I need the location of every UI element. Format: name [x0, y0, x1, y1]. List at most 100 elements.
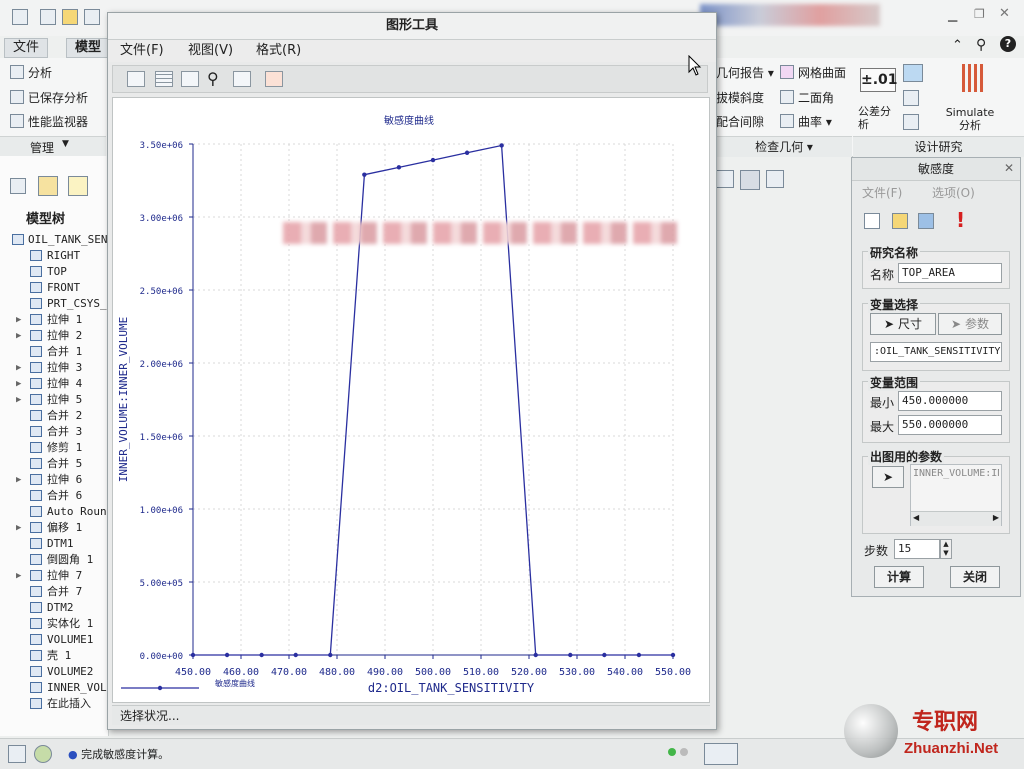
optimization-icon[interactable]: [903, 114, 919, 130]
variable-group-title: 变量选择: [868, 296, 921, 313]
relation-icon[interactable]: [766, 170, 784, 188]
feature-icon: [30, 314, 42, 325]
help-icon[interactable]: ?: [1000, 36, 1016, 52]
graph-menu-format[interactable]: 格式(R): [256, 42, 301, 60]
variable-field[interactable]: :OIL_TANK_SENSITIVITY: [870, 342, 1002, 362]
scroll-right-icon[interactable]: ▶: [993, 513, 999, 522]
warning-icon[interactable]: !: [956, 208, 965, 232]
zoom-in-icon[interactable]: ⚲: [207, 69, 219, 88]
simulate-label[interactable]: Simulate 分析: [940, 106, 1000, 132]
tree-item-label: 合并 2: [47, 409, 83, 422]
steps-input[interactable]: 15: [894, 539, 940, 559]
ribbon-manage-group[interactable]: 管理 ▼: [0, 136, 106, 157]
ribbon-draft[interactable]: 拔模斜度: [716, 90, 764, 106]
chart-title: 敏感度曲线: [384, 114, 434, 127]
restore-icon[interactable]: ❐: [974, 7, 985, 21]
sketch-icon[interactable]: [740, 170, 760, 190]
open-icon[interactable]: [62, 9, 78, 25]
scroll-left-icon[interactable]: ◀: [913, 513, 919, 522]
ribbon-geometry-report[interactable]: 几何报告 ▾: [716, 65, 774, 81]
ribbon-saved-analysis[interactable]: 已保存分析: [10, 90, 88, 106]
save-icon[interactable]: [84, 9, 100, 25]
tree-item-label: 拉伸 2: [47, 329, 83, 342]
ribbon-dihedral[interactable]: 二面角: [780, 90, 834, 106]
expand-arrow-icon[interactable]: ▶: [16, 328, 21, 344]
curvature-icon: [780, 114, 794, 128]
param-list-item[interactable]: INNER_VOLUME:IN: [913, 468, 999, 479]
ribbon-performance-monitor[interactable]: 性能监视器: [10, 114, 88, 130]
expand-arrow-icon[interactable]: ▶: [16, 360, 21, 376]
collapse-icon[interactable]: ⌃: [952, 38, 963, 53]
tree-view-icon[interactable]: [10, 178, 26, 194]
menu-file[interactable]: 文件: [4, 38, 49, 58]
layer-icon[interactable]: [38, 176, 58, 196]
param-list-scrollbar[interactable]: ◀ ▶: [911, 511, 1001, 526]
feature-icon: [30, 282, 42, 293]
new-study-icon[interactable]: [864, 213, 880, 229]
status-light-icon: [668, 748, 676, 756]
refit-icon[interactable]: [233, 71, 251, 87]
expand-arrow-icon[interactable]: ▶: [16, 568, 21, 584]
browser-icon[interactable]: [34, 745, 52, 763]
dimension-button[interactable]: ➤ 尺寸: [870, 313, 936, 335]
ribbon-inspect-geometry-group[interactable]: 检查几何 ▾: [716, 136, 852, 157]
ribbon-curvature[interactable]: 曲率 ▾: [780, 114, 832, 130]
dialog-menu-file[interactable]: 文件(F): [862, 184, 902, 201]
simulate-icon[interactable]: [962, 64, 984, 92]
ribbon-clearance[interactable]: 配合间隙: [716, 114, 764, 130]
expand-arrow-icon[interactable]: ▶: [16, 312, 21, 328]
close-icon[interactable]: ✕: [999, 6, 1010, 21]
study-name-input[interactable]: TOP_AREA: [898, 263, 1002, 283]
select-param-button[interactable]: ➤: [872, 466, 904, 488]
blurred-annotation: [283, 222, 678, 244]
compute-button[interactable]: 计算: [874, 566, 924, 588]
dialog-close-icon[interactable]: ✕: [1004, 161, 1014, 175]
steps-spinner[interactable]: ▲ ▼: [940, 539, 952, 559]
graph-window-title: 图形工具: [108, 13, 716, 40]
favorites-icon[interactable]: [68, 176, 88, 196]
data-point: [533, 652, 538, 658]
feature-icon: [30, 522, 42, 533]
open-study-icon[interactable]: [892, 213, 908, 229]
print-icon[interactable]: [127, 71, 145, 87]
grid-icon[interactable]: [155, 71, 173, 87]
design-study-icon[interactable]: [903, 64, 923, 82]
minimize-icon[interactable]: ▁: [948, 8, 957, 22]
graph-menu-file[interactable]: 文件(F): [120, 42, 164, 60]
search-icon[interactable]: ⚲: [976, 37, 986, 53]
selection-filter-icon[interactable]: [704, 743, 738, 765]
graph-menu-view[interactable]: 视图(V): [188, 42, 233, 60]
navigator-icon[interactable]: [8, 745, 26, 763]
feature-icon: [30, 586, 42, 597]
feature-icon: [30, 474, 42, 485]
min-input[interactable]: 450.000000: [898, 391, 1002, 411]
save-study-icon[interactable]: [918, 213, 934, 229]
ribbon-analysis[interactable]: 分析: [10, 65, 52, 81]
tab-model[interactable]: 模型: [66, 38, 111, 58]
dialog-menu-options[interactable]: 选项(O): [932, 184, 975, 201]
expand-arrow-icon[interactable]: ▶: [16, 520, 21, 536]
mouse-cursor-icon: [688, 55, 702, 76]
export-icon[interactable]: [265, 71, 283, 87]
feature-icon: [30, 362, 42, 373]
max-input[interactable]: 550.000000: [898, 415, 1002, 435]
mesh-surface-icon: [780, 65, 794, 79]
feasibility-icon[interactable]: [903, 90, 919, 106]
expand-arrow-icon[interactable]: ▶: [16, 392, 21, 408]
param-list[interactable]: INNER_VOLUME:IN ◀ ▶: [910, 464, 1002, 526]
expand-arrow-icon[interactable]: ▶: [16, 376, 21, 392]
app-logo-icon: [12, 9, 28, 25]
new-icon[interactable]: [40, 9, 56, 25]
close-button[interactable]: 关闭: [950, 566, 1000, 588]
x-tick-label: 480.00: [319, 667, 355, 678]
data-point: [293, 652, 298, 658]
ribbon-mesh-surface[interactable]: 网格曲面: [780, 65, 846, 81]
orient-icon[interactable]: [716, 170, 734, 188]
format-icon[interactable]: [181, 71, 199, 87]
data-point: [464, 150, 470, 155]
expand-arrow-icon[interactable]: ▶: [16, 472, 21, 488]
tolerance-icon[interactable]: ±.01: [860, 68, 898, 92]
tolerance-label[interactable]: 公差分析: [858, 105, 898, 131]
parameter-button[interactable]: ➤ 参数: [938, 313, 1002, 335]
feature-icon: [30, 618, 42, 629]
